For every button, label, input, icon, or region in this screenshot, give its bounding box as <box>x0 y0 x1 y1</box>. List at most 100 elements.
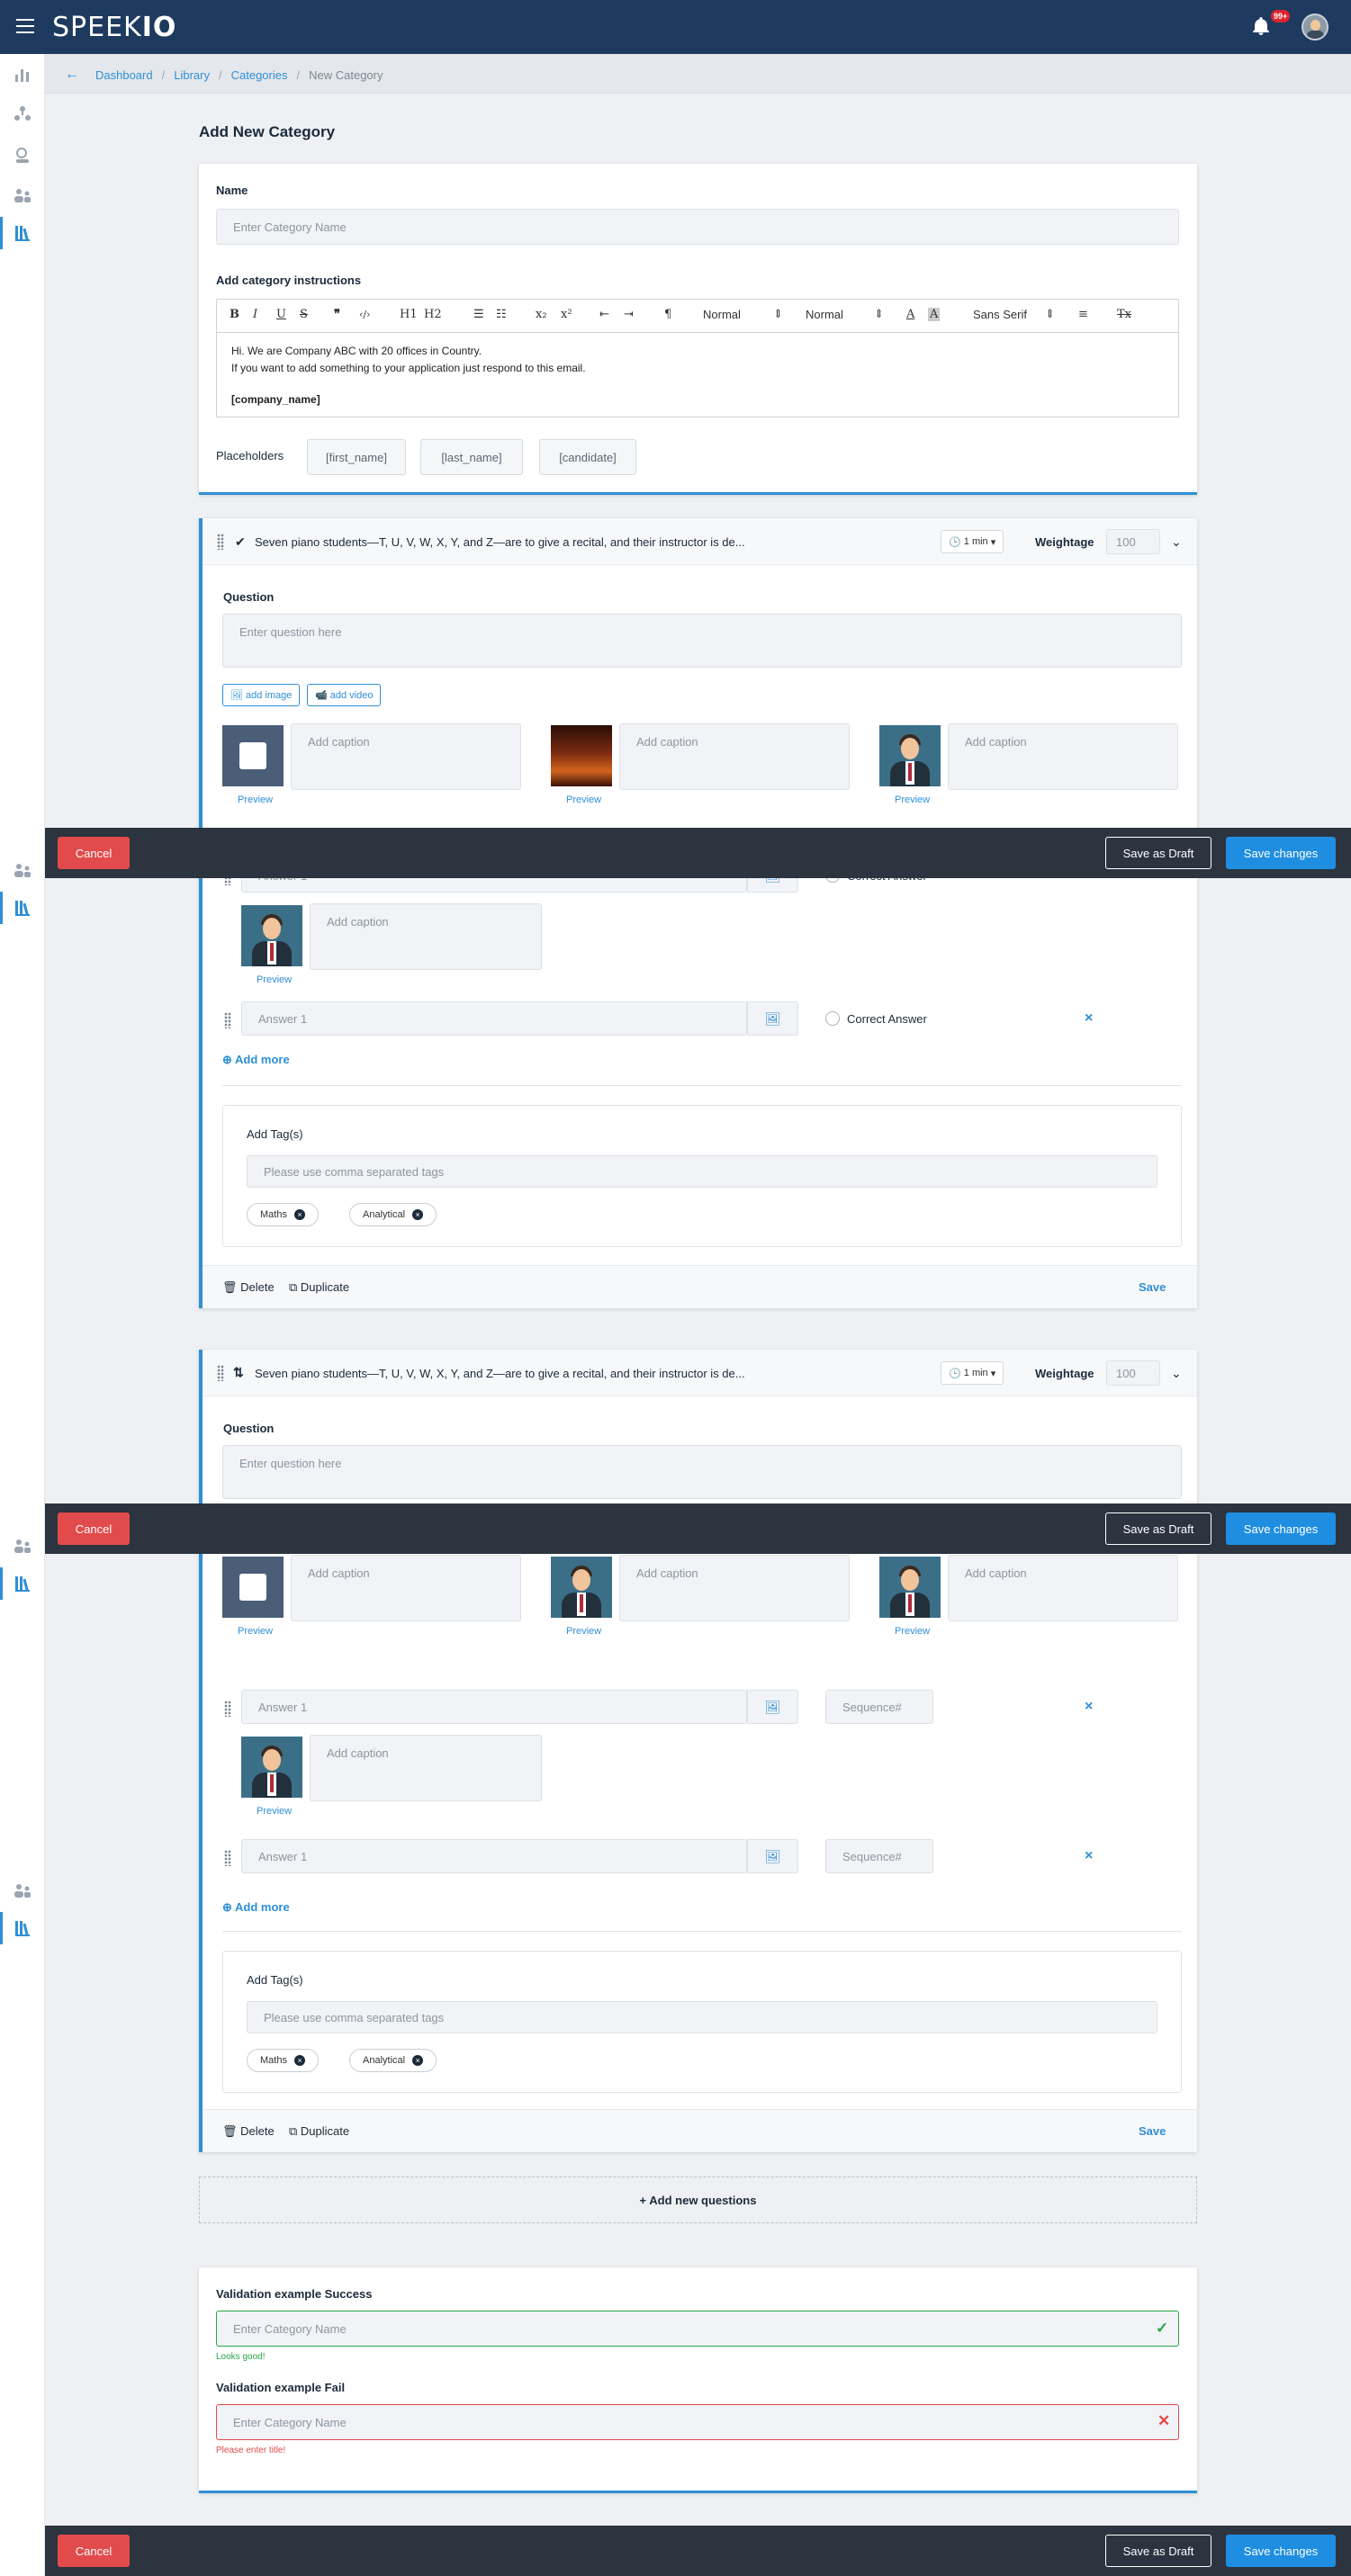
indent-icon[interactable]: ⇥ <box>624 308 634 321</box>
answer-input[interactable]: Answer 1 <box>241 1001 747 1036</box>
drag-handle-icon[interactable] <box>217 1365 224 1381</box>
save-changes-button[interactable]: Save changes <box>1226 837 1336 869</box>
save-draft-button[interactable]: Save as Draft <box>1105 837 1211 869</box>
sidebar-item-network[interactable] <box>13 104 32 124</box>
ordered-list-icon[interactable]: ☰ <box>473 308 484 321</box>
save-question-button[interactable]: Save <box>1139 1280 1166 1294</box>
breadcrumb-categories[interactable]: Categories <box>231 68 288 82</box>
tags-input[interactable]: Please use comma separated tags <box>247 1155 1157 1188</box>
caption-input[interactable]: Add caption <box>310 903 542 970</box>
caption-input[interactable]: Add caption <box>619 1555 850 1621</box>
video-thumbnail[interactable] <box>222 1557 284 1618</box>
drag-handle-icon[interactable] <box>224 1850 231 1866</box>
drag-handle-icon[interactable] <box>217 534 224 550</box>
preview-link[interactable]: Preview <box>895 1626 930 1637</box>
subscript-button[interactable]: x₂ <box>536 308 547 321</box>
answer-input[interactable]: Answer 1 <box>241 1839 747 1873</box>
duplicate-button[interactable]: ⧉ Duplicate <box>289 1280 349 1295</box>
breadcrumb-dashboard[interactable]: Dashboard <box>95 68 153 82</box>
add-video-button[interactable]: 📹 add video <box>307 684 382 706</box>
bold-button[interactable]: B <box>230 308 239 321</box>
sequence-input[interactable]: Sequence# <box>825 1839 933 1873</box>
save-draft-button[interactable]: Save as Draft <box>1105 2535 1211 2567</box>
image-thumbnail[interactable] <box>551 1557 612 1618</box>
sidebar-item-library[interactable] <box>13 1918 32 1938</box>
preview-link[interactable]: Preview <box>257 974 292 985</box>
bullet-list-icon[interactable]: ☷ <box>496 308 507 321</box>
caption-input[interactable]: Add caption <box>291 723 521 790</box>
answer-input[interactable]: Answer 1 <box>241 1690 747 1724</box>
preview-link[interactable]: Preview <box>238 794 273 805</box>
sidebar-item-people[interactable] <box>13 860 32 880</box>
remove-answer-icon[interactable]: × <box>1085 1699 1093 1715</box>
avatar[interactable] <box>1301 13 1328 40</box>
correct-answer-radio[interactable] <box>825 1011 840 1026</box>
add-more-button[interactable]: ⊕ Add more <box>222 1053 290 1067</box>
caption-input[interactable]: Add caption <box>619 723 850 790</box>
time-dropdown[interactable]: 🕒 1 min ▾ <box>941 1361 1004 1385</box>
rtl-icon[interactable]: ¶ <box>664 308 671 321</box>
delete-button[interactable]: 🗑 Delete <box>222 1280 275 1295</box>
save-changes-button[interactable]: Save changes <box>1226 1512 1336 1545</box>
tag-pill[interactable]: Analytical × <box>349 1203 437 1226</box>
sidebar-item-people[interactable] <box>13 185 32 205</box>
image-upload-icon[interactable]: 🖼 <box>747 1001 798 1036</box>
placeholder-chip[interactable]: [last_name] <box>420 439 523 475</box>
sidebar-item-people[interactable] <box>13 1536 32 1556</box>
drag-handle-icon[interactable] <box>224 1012 231 1028</box>
sidebar-item-search-users[interactable] <box>13 145 32 165</box>
tag-pill[interactable]: Analytical × <box>349 2049 437 2072</box>
question-input[interactable]: Enter question here <box>222 1445 1182 1499</box>
category-name-input[interactable]: Enter Category Name <box>216 209 1179 245</box>
image-thumbnail[interactable] <box>551 725 612 786</box>
tag-pill[interactable]: Maths × <box>247 1203 319 1226</box>
app-logo[interactable]: SPEEKIO <box>52 12 176 43</box>
code-button[interactable]: ‹/› <box>359 309 371 320</box>
validation-success-input[interactable]: Enter Category Name <box>216 2311 1179 2347</box>
strike-button[interactable]: S <box>300 308 308 321</box>
text-color-icon[interactable]: A <box>906 308 914 321</box>
preview-link[interactable]: Preview <box>238 1626 273 1637</box>
image-upload-icon[interactable]: 🖼 <box>747 1839 798 1873</box>
bell-icon[interactable] <box>1250 15 1274 39</box>
cancel-button[interactable]: Cancel <box>58 1512 130 1545</box>
sidebar-item-analytics[interactable] <box>13 64 32 84</box>
sidebar-item-library[interactable] <box>13 223 32 243</box>
breadcrumb-library[interactable]: Library <box>174 68 210 82</box>
placeholder-chip[interactable]: [first_name] <box>307 439 406 475</box>
back-arrow-icon[interactable]: ← <box>65 67 79 83</box>
preview-link[interactable]: Preview <box>566 1626 601 1637</box>
superscript-button[interactable]: x² <box>561 308 572 321</box>
caption-input[interactable]: Add caption <box>948 723 1178 790</box>
menu-icon[interactable] <box>16 19 34 33</box>
underline-button[interactable]: U <box>276 308 286 321</box>
outdent-icon[interactable]: ⇤ <box>599 308 609 321</box>
preview-link[interactable]: Preview <box>257 1806 292 1817</box>
h2-button[interactable]: H2 <box>424 308 442 321</box>
image-thumbnail[interactable] <box>879 725 941 786</box>
clear-format-button[interactable]: Tx <box>1117 308 1131 321</box>
image-upload-icon[interactable]: 🖼 <box>747 1690 798 1724</box>
align-icon[interactable]: ≡ <box>1078 308 1088 321</box>
background-color-icon[interactable]: A <box>928 308 941 321</box>
cancel-button[interactable]: Cancel <box>58 837 130 869</box>
chevron-down-icon[interactable]: ⌄ <box>1171 534 1182 550</box>
remove-answer-icon[interactable]: × <box>1085 1010 1093 1027</box>
caption-input[interactable]: Add caption <box>291 1555 521 1621</box>
save-question-button[interactable]: Save <box>1139 2124 1166 2138</box>
cancel-button[interactable]: Cancel <box>58 2535 130 2567</box>
tags-input[interactable]: Please use comma separated tags <box>247 2001 1157 2033</box>
chevron-down-icon[interactable]: ⌄ <box>1171 1366 1182 1381</box>
time-dropdown[interactable]: 🕒 1 min ▾ <box>941 530 1004 553</box>
remove-answer-icon[interactable]: × <box>1085 1848 1093 1864</box>
tag-pill[interactable]: Maths × <box>247 2049 319 2072</box>
add-new-questions-button[interactable]: + Add new questions <box>199 2177 1197 2223</box>
header-select[interactable]: Normal <box>806 308 843 321</box>
preview-link[interactable]: Preview <box>566 794 601 805</box>
delete-button[interactable]: 🗑 Delete <box>222 2124 275 2139</box>
weightage-input[interactable]: 100 <box>1106 1360 1160 1386</box>
weightage-input[interactable]: 100 <box>1106 529 1160 554</box>
sidebar-item-people[interactable] <box>13 1880 32 1900</box>
sequence-input[interactable]: Sequence# <box>825 1690 933 1724</box>
sidebar-item-library[interactable] <box>13 1574 32 1593</box>
